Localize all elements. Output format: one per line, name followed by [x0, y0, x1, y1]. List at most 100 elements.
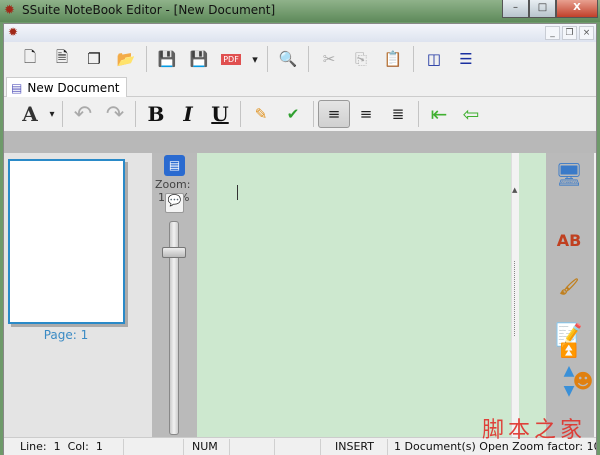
- tab-new-document[interactable]: ▤ New Document: [6, 77, 127, 98]
- main-toolbar: 🗋 🗎 ❐ 📂 💾 💾 PDF ▾ 🔍 ✂ ⎘ 📋 ◫ ☰: [4, 42, 596, 76]
- ladybug-app-icon: ✹: [4, 3, 15, 18]
- page-thumbnails-panel: Page: 1: [4, 153, 152, 437]
- align-center-button[interactable]: ≡: [350, 100, 382, 128]
- toolbar-separator: [240, 101, 241, 127]
- document-tabs: ▤ New Document: [4, 76, 596, 98]
- align-left-button[interactable]: ≡: [318, 100, 350, 128]
- new-template-button[interactable]: 🗎: [46, 45, 78, 73]
- zoom-panel: ▤ Zoom: 100% 💬: [152, 153, 197, 437]
- copy-button[interactable]: ⎘: [345, 45, 377, 73]
- print-preview-button[interactable]: 🔍: [272, 45, 304, 73]
- align-center-icon: ≡: [359, 105, 373, 123]
- vertical-scrollbar[interactable]: ▲: [511, 153, 519, 437]
- open-folder-button[interactable]: 📂: [110, 45, 142, 73]
- multi-document-icon: ❐: [87, 50, 101, 68]
- line-label: Line:: [20, 440, 47, 453]
- copy-icon: ⎘: [354, 50, 367, 68]
- paint-abc-icon[interactable]: 🖌: [554, 277, 584, 307]
- justify-button[interactable]: ≣: [382, 100, 414, 128]
- outdent-button[interactable]: ⇦: [455, 100, 487, 128]
- font-dropdown-button[interactable]: ▾: [46, 100, 58, 128]
- line-value: 1: [53, 440, 61, 453]
- redo-button[interactable]: ↷: [99, 100, 131, 128]
- comments-icon[interactable]: 💬: [165, 193, 184, 213]
- new-document-icon: 🗋: [23, 47, 37, 66]
- indent-icon: ⇤: [430, 102, 448, 126]
- cut-icon: ✂: [322, 50, 336, 68]
- smiley-icon[interactable]: ☻: [568, 369, 598, 399]
- child-restore-button[interactable]: ❐: [562, 26, 577, 40]
- tile-windows-icon: ☰: [459, 50, 473, 68]
- mdi-child-bar: ✹ _ ❐ ×: [4, 24, 596, 42]
- editor-margin: [519, 153, 546, 437]
- italic-button[interactable]: I: [172, 100, 204, 128]
- abc-icon[interactable]: AB: [554, 231, 584, 261]
- status-empty-1: [124, 439, 184, 455]
- save-all-icon: 💾: [189, 50, 209, 68]
- font-button[interactable]: A: [14, 100, 46, 128]
- scroll-up-arrow-icon[interactable]: ▲: [512, 186, 517, 194]
- bold-button[interactable]: B: [140, 100, 172, 128]
- status-line-col: Line: 1 Col: 1: [4, 439, 124, 455]
- title-bar: ✹ SSuite NoteBook Editor - [New Document…: [0, 0, 600, 22]
- indent-button[interactable]: ⇤: [423, 100, 455, 128]
- status-insert: INSERT: [321, 439, 388, 455]
- network-icon[interactable]: 🖥: [554, 163, 584, 193]
- highlight-button[interactable]: ✎: [245, 100, 277, 128]
- spell-check-button[interactable]: ✔: [277, 100, 309, 128]
- maximize-button[interactable]: □: [529, 0, 556, 18]
- col-value: 1: [95, 440, 103, 453]
- status-empty-2: [230, 439, 275, 455]
- export-dropdown-button[interactable]: ▾: [247, 45, 263, 73]
- export-dropdown-icon: ▾: [252, 52, 258, 66]
- underline-icon: U: [211, 102, 229, 126]
- window-title: SSuite NoteBook Editor - [New Document]: [22, 3, 276, 17]
- document-tab-icon: ▤: [11, 81, 23, 95]
- toolbar-separator: [135, 101, 136, 127]
- toolbar-separator: [267, 46, 268, 72]
- child-close-button[interactable]: ×: [579, 26, 594, 40]
- zoom-label: Zoom:: [155, 178, 191, 191]
- tile-windows-button[interactable]: ☰: [450, 45, 482, 73]
- cut-button[interactable]: ✂: [313, 45, 345, 73]
- page-label: Page: 1: [43, 328, 89, 342]
- multi-document-button[interactable]: ❐: [78, 45, 110, 73]
- zoom-slider-thumb[interactable]: [162, 247, 186, 258]
- toolbar-separator: [418, 101, 419, 127]
- spell-check-icon: ✔: [286, 105, 300, 123]
- save-button[interactable]: 💾: [151, 45, 183, 73]
- close-button[interactable]: X: [556, 0, 598, 18]
- toolbar-separator: [146, 46, 147, 72]
- toolbar-separator: [313, 101, 314, 127]
- paste-icon: 📋: [383, 50, 403, 68]
- text-editor[interactable]: [197, 153, 511, 437]
- tab-label: New Document: [27, 81, 120, 95]
- new-document-button[interactable]: 🗋: [14, 45, 46, 73]
- page-view-button[interactable]: ▤: [164, 155, 185, 176]
- page-thumbnail[interactable]: [8, 159, 125, 324]
- highlight-icon: ✎: [254, 105, 268, 123]
- cascade-windows-icon: ◫: [426, 50, 442, 68]
- scroll-thumb[interactable]: [514, 261, 517, 336]
- col-label: Col:: [67, 440, 89, 453]
- status-empty-3: [275, 439, 321, 455]
- paste-button[interactable]: 📋: [377, 45, 409, 73]
- save-all-button[interactable]: 💾: [183, 45, 215, 73]
- undo-button[interactable]: ↶: [67, 100, 99, 128]
- watermark: 脚本之家: [482, 418, 587, 443]
- underline-button[interactable]: U: [204, 100, 236, 128]
- export-pdf-button[interactable]: PDF: [215, 45, 247, 73]
- cascade-windows-button[interactable]: ◫: [418, 45, 450, 73]
- child-minimize-button[interactable]: _: [545, 26, 560, 40]
- text-cursor: [237, 185, 238, 200]
- open-folder-icon: 📂: [116, 50, 136, 68]
- minimize-button[interactable]: –: [502, 0, 529, 18]
- save-icon: 💾: [157, 50, 177, 68]
- new-template-icon: 🗎: [55, 47, 69, 66]
- mdi-frame: ✹ _ ❐ × 🗋 🗎 ❐ 📂 💾 💾 PDF ▾ 🔍 ✂ ⎘ 📋 ◫ ☰ ▤ New Document …: [3, 23, 597, 455]
- ruler-area: [4, 131, 596, 153]
- toolbar-separator: [62, 101, 63, 127]
- justify-icon: ≣: [391, 105, 405, 123]
- align-left-icon: ≡: [327, 105, 341, 123]
- format-toolbar: A ▾ ↶ ↷ B I U ✎ ✔ ≡ ≡ ≣ ⇤ ⇦: [4, 97, 596, 131]
